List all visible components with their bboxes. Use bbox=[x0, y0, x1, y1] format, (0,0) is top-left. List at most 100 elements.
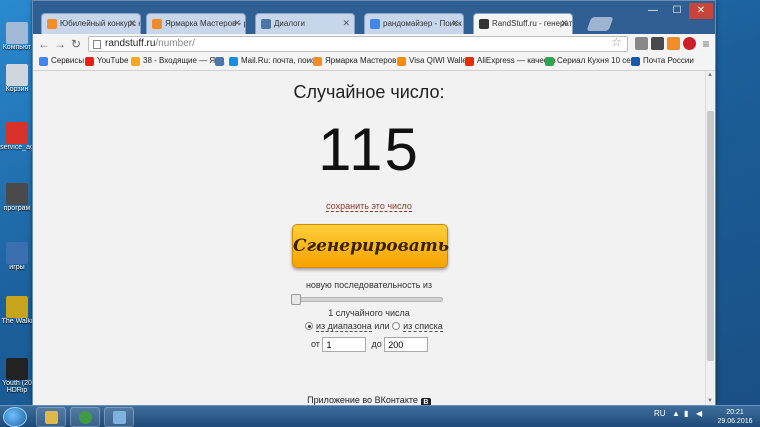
mail-icon bbox=[131, 57, 140, 66]
desktop-icon-label: програм bbox=[3, 205, 31, 212]
browser-tab[interactable]: Ярмарка Мастеров - руч ✕ bbox=[146, 13, 246, 34]
browser-toolbar: ← → ↻ randstuff.ru/number/ ☆ ≡ bbox=[33, 34, 715, 54]
generate-button[interactable]: Сгенерировать bbox=[292, 224, 449, 268]
bookmark-label: Сериал Кухня 10 сер bbox=[557, 56, 636, 65]
new-tab-button[interactable] bbox=[586, 17, 614, 31]
desktop-icon-label: Корзин bbox=[5, 86, 29, 93]
range-radio[interactable] bbox=[305, 322, 313, 330]
favicon-icon bbox=[152, 19, 162, 29]
desktop-icon-label: Компьют bbox=[2, 44, 32, 51]
browser-tab-active[interactable]: RandStuff.ru - генератор ✕ bbox=[473, 13, 573, 34]
bookmark-item[interactable]: Сериал Кухня 10 сер bbox=[545, 56, 636, 66]
bookmark-star-icon[interactable]: ☆ bbox=[611, 35, 622, 49]
bookmark-label: Ярмарка Мастеров bbox=[325, 56, 397, 65]
address-bar[interactable]: randstuff.ru/number/ bbox=[88, 36, 628, 52]
browser-tab[interactable]: Юбилейный конкурс ко ✕ bbox=[41, 13, 141, 34]
close-tab-icon[interactable]: ✕ bbox=[233, 18, 241, 29]
favicon-icon bbox=[313, 57, 322, 66]
favicon-icon bbox=[370, 19, 380, 29]
list-option-link[interactable]: из списка bbox=[403, 321, 443, 332]
pinterest-icon[interactable] bbox=[683, 37, 696, 50]
extension-icon[interactable] bbox=[635, 37, 648, 50]
forward-icon[interactable]: → bbox=[53, 36, 67, 52]
language-indicator[interactable]: RU bbox=[654, 409, 666, 418]
save-number-link[interactable]: сохранить это число bbox=[326, 201, 412, 212]
start-button[interactable] bbox=[3, 407, 27, 427]
vk-app-link-wrap: Приложение во ВКонтакте В bbox=[33, 395, 705, 405]
mailru-icon bbox=[229, 57, 238, 66]
computer-desktop-icon[interactable]: Компьют bbox=[0, 22, 34, 51]
taskbar: RU ▲ ▮ ◀ 20:21 29.06.2016 bbox=[0, 405, 760, 427]
browser-tab[interactable]: Диалоги ✕ bbox=[255, 13, 355, 34]
slider-handle[interactable] bbox=[291, 294, 301, 305]
browser-tab[interactable]: рандомайзер - Поиск в ✕ bbox=[364, 13, 464, 34]
back-icon[interactable]: ← bbox=[37, 36, 51, 52]
reload-icon[interactable]: ↻ bbox=[69, 36, 83, 52]
extension-icon[interactable] bbox=[651, 37, 664, 50]
close-tab-icon[interactable]: ✕ bbox=[342, 18, 350, 29]
sequence-label: новую последовательность из bbox=[305, 280, 433, 290]
extension-icon[interactable] bbox=[667, 37, 680, 50]
folder-icon bbox=[45, 411, 58, 424]
to-input[interactable] bbox=[384, 337, 429, 352]
browser-window: Юбилейный конкурс ко ✕ Ярмарка Мастеров … bbox=[32, 0, 716, 405]
desktop-icon-label: service_ag bbox=[0, 144, 34, 151]
list-radio[interactable] bbox=[392, 322, 401, 330]
vk-icon[interactable]: В bbox=[420, 398, 431, 405]
bookmark-label: AliExpress — качеств bbox=[477, 56, 556, 65]
menu-icon[interactable]: ≡ bbox=[699, 36, 713, 52]
taskbar-app[interactable] bbox=[104, 407, 134, 427]
chrome-icon bbox=[79, 411, 92, 424]
url-path: /number/ bbox=[155, 38, 195, 49]
save-number-link-wrap: сохранить это число bbox=[33, 201, 705, 212]
bookmark-item[interactable]: Почта России bbox=[631, 56, 694, 66]
scroll-up-icon[interactable]: ▲ bbox=[707, 72, 713, 78]
page-scrollbar[interactable]: ▲ ▼ bbox=[705, 71, 715, 405]
from-input[interactable] bbox=[322, 337, 367, 352]
close-tab-icon[interactable]: ✕ bbox=[128, 18, 136, 29]
bookmark-item[interactable]: Mail.Ru: почта, поиск bbox=[229, 56, 319, 66]
bookmark-item[interactable]: YouTube bbox=[85, 56, 128, 66]
aliexpress-icon bbox=[465, 57, 474, 66]
taskbar-explorer[interactable] bbox=[36, 407, 66, 427]
computer-icon bbox=[6, 22, 28, 44]
mode-selector: из диапазона или из списка bbox=[305, 321, 443, 332]
clock-date: 29.06.2016 bbox=[717, 418, 753, 425]
vk-icon bbox=[215, 57, 224, 66]
maximize-button[interactable]: ☐ bbox=[665, 3, 689, 19]
bookmark-item[interactable]: Ярмарка Мастеров bbox=[313, 56, 397, 66]
desktop-icon-label: The Walki bbox=[1, 318, 33, 325]
pdf-file-desktop-icon[interactable]: service_ag bbox=[0, 122, 34, 151]
bookmark-label: Сервисы bbox=[51, 56, 85, 65]
programs-desktop-icon[interactable]: програм bbox=[0, 183, 34, 212]
desktop-icon-label: HDRip bbox=[6, 387, 28, 394]
bookmark-label: 38 - Входящие — Янд bbox=[143, 56, 225, 65]
tray-arrow-icon[interactable]: ▲ bbox=[672, 409, 680, 418]
url-host: randstuff.ru bbox=[105, 38, 156, 49]
close-tab-icon[interactable]: ✕ bbox=[451, 18, 459, 29]
minimize-button[interactable]: — bbox=[641, 3, 665, 19]
scroll-down-icon[interactable]: ▼ bbox=[707, 398, 713, 404]
taskbar-chrome[interactable] bbox=[70, 407, 100, 427]
folder-icon bbox=[6, 183, 28, 205]
bookmark-item[interactable]: AliExpress — качеств bbox=[465, 56, 556, 66]
games-desktop-icon[interactable]: игры bbox=[0, 242, 34, 271]
bookmark-item[interactable]: Visa QIWI Wallet bbox=[397, 56, 469, 66]
vk-app-link[interactable]: Приложение во ВКонтакте bbox=[307, 395, 418, 405]
range-option-link[interactable]: из диапазона bbox=[316, 321, 372, 332]
clock[interactable]: 20:21 29.06.2016 bbox=[712, 408, 758, 426]
random-number: 115 bbox=[318, 116, 420, 183]
sequence-slider[interactable] bbox=[291, 294, 443, 305]
close-tab-icon[interactable]: ✕ bbox=[560, 18, 568, 29]
bookmark-label: Почта России bbox=[643, 56, 694, 65]
bookmark-item[interactable]: 38 - Входящие — Янд bbox=[131, 56, 225, 66]
recycle-bin-desktop-icon[interactable]: Корзин bbox=[0, 64, 34, 93]
volume-icon[interactable]: ◀ bbox=[696, 409, 702, 418]
scrollbar-thumb[interactable] bbox=[707, 111, 714, 361]
movie-desktop-icon[interactable]: Youth (20 HDRip bbox=[0, 358, 34, 394]
video-desktop-icon[interactable]: The Walki bbox=[0, 296, 34, 325]
bookmark-item[interactable]: Сервисы bbox=[39, 56, 85, 66]
close-window-button[interactable]: ✕ bbox=[689, 3, 713, 19]
network-icon[interactable]: ▮ bbox=[684, 409, 688, 418]
favicon-icon bbox=[47, 19, 57, 29]
